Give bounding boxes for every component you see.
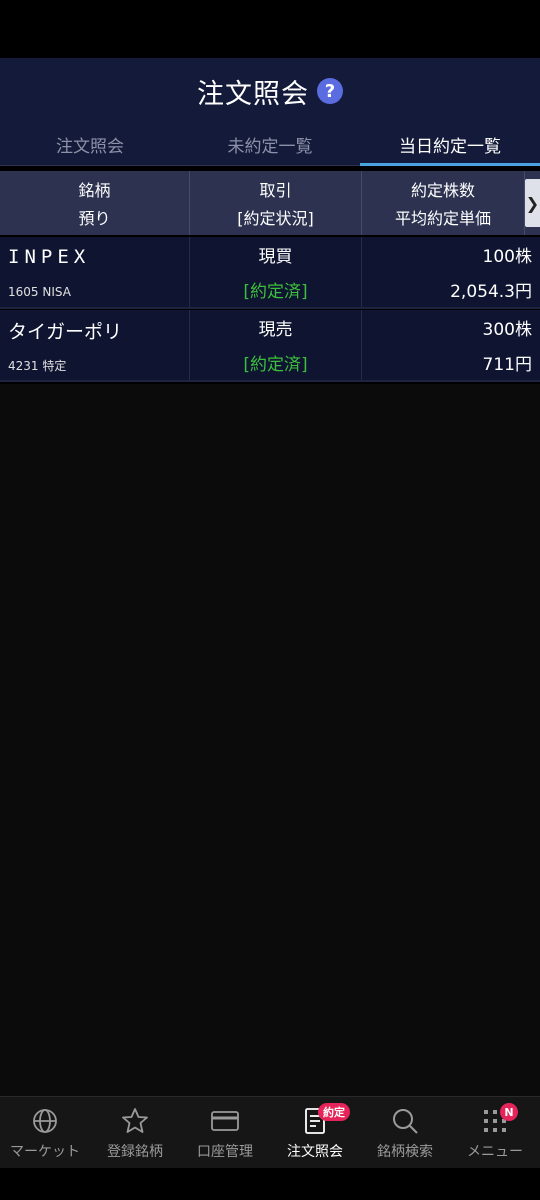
globe-icon <box>29 1105 61 1137</box>
column-header-account-label: 預り <box>78 209 111 228</box>
trade-type: 現買 <box>258 247 293 267</box>
card-icon <box>209 1105 241 1137</box>
avg-price: 711円 <box>482 355 532 375</box>
executed-list: INPEX 1605 NISA 現買 [約定済] 100株 2,054.3円 タ… <box>0 237 540 383</box>
stock-code-account: 4231 特定 <box>8 358 67 373</box>
column-header-status-label: [約定状況] <box>237 209 314 228</box>
tab-today-executed-list[interactable]: 当日約定一覧 <box>360 124 540 166</box>
tab-bar: 注文照会 未約定一覧 当日約定一覧 <box>0 124 540 166</box>
nav-label: メニュー <box>467 1143 523 1160</box>
column-header-trade-label: 取引 <box>259 181 292 200</box>
stock-name: タイガーポリ <box>8 320 123 343</box>
executed-qty: 100株 <box>482 247 532 267</box>
chevron-right-icon[interactable]: ❯ <box>525 179 540 227</box>
nav-account[interactable]: 口座管理 <box>180 1097 270 1168</box>
avg-price: 2,054.3円 <box>450 282 532 302</box>
nav-label: 登録銘柄 <box>107 1143 163 1160</box>
nav-stock-search[interactable]: 銘柄検索 <box>360 1097 450 1168</box>
nav-market[interactable]: マーケット <box>0 1097 90 1168</box>
nav-label: 注文照会 <box>287 1143 343 1160</box>
column-header-stock: 銘柄 預り <box>0 171 190 235</box>
table-header: 銘柄 預り 取引 [約定状況] 約定株数 平均約定単価 ❯ <box>0 171 540 235</box>
page-title: 注文照会 <box>197 78 309 110</box>
executed-qty: 300株 <box>482 320 532 340</box>
nav-label: 銘柄検索 <box>377 1143 433 1160</box>
bottom-nav: マーケット 登録銘柄 口座管理 約定 注文照会 銘柄検索 N メニュー <box>0 1096 540 1168</box>
empty-content-area <box>0 384 540 1096</box>
executed-badge: 約定 <box>318 1103 350 1121</box>
system-gesture-bar <box>0 1168 540 1200</box>
column-header-stock-label: 銘柄 <box>78 181 111 200</box>
trade-cell: 現買 [約定済] <box>190 237 362 307</box>
new-badge: N <box>500 1103 518 1121</box>
star-icon <box>119 1105 151 1137</box>
tab-unexecuted-list[interactable]: 未約定一覧 <box>180 124 360 165</box>
execution-status: [約定済] <box>243 282 308 302</box>
table-row[interactable]: INPEX 1605 NISA 現買 [約定済] 100株 2,054.3円 <box>0 237 540 309</box>
qty-price-cell: 100株 2,054.3円 <box>362 237 540 307</box>
stock-name: INPEX <box>8 245 91 268</box>
qty-price-cell: 300株 711円 <box>362 310 540 380</box>
app-header: 注文照会 ? <box>0 58 540 124</box>
question-circle-icon[interactable]: ? <box>317 78 343 104</box>
nav-label: 口座管理 <box>197 1143 253 1160</box>
nav-menu[interactable]: N メニュー <box>450 1097 540 1168</box>
column-header-trade: 取引 [約定状況] <box>190 171 362 235</box>
status-bar <box>0 0 540 58</box>
search-icon <box>389 1105 421 1137</box>
column-header-qty: 約定株数 平均約定単価 <box>362 171 525 235</box>
column-header-qty-label: 約定株数 <box>410 181 475 200</box>
nav-order-inquiry[interactable]: 約定 注文照会 <box>270 1097 360 1168</box>
stock-cell: INPEX 1605 NISA <box>0 237 190 307</box>
tab-order-inquiry[interactable]: 注文照会 <box>0 124 180 165</box>
nav-label: マーケット <box>10 1143 80 1160</box>
nav-watchlist[interactable]: 登録銘柄 <box>90 1097 180 1168</box>
trade-cell: 現売 [約定済] <box>190 310 362 380</box>
column-header-price-label: 平均約定単価 <box>394 209 491 228</box>
stock-code-account: 1605 NISA <box>8 284 71 299</box>
table-row[interactable]: タイガーポリ 4231 特定 現売 [約定済] 300株 711円 <box>0 310 540 382</box>
stock-cell: タイガーポリ 4231 特定 <box>0 310 190 380</box>
execution-status: [約定済] <box>243 355 308 375</box>
trade-type: 現売 <box>258 320 293 340</box>
